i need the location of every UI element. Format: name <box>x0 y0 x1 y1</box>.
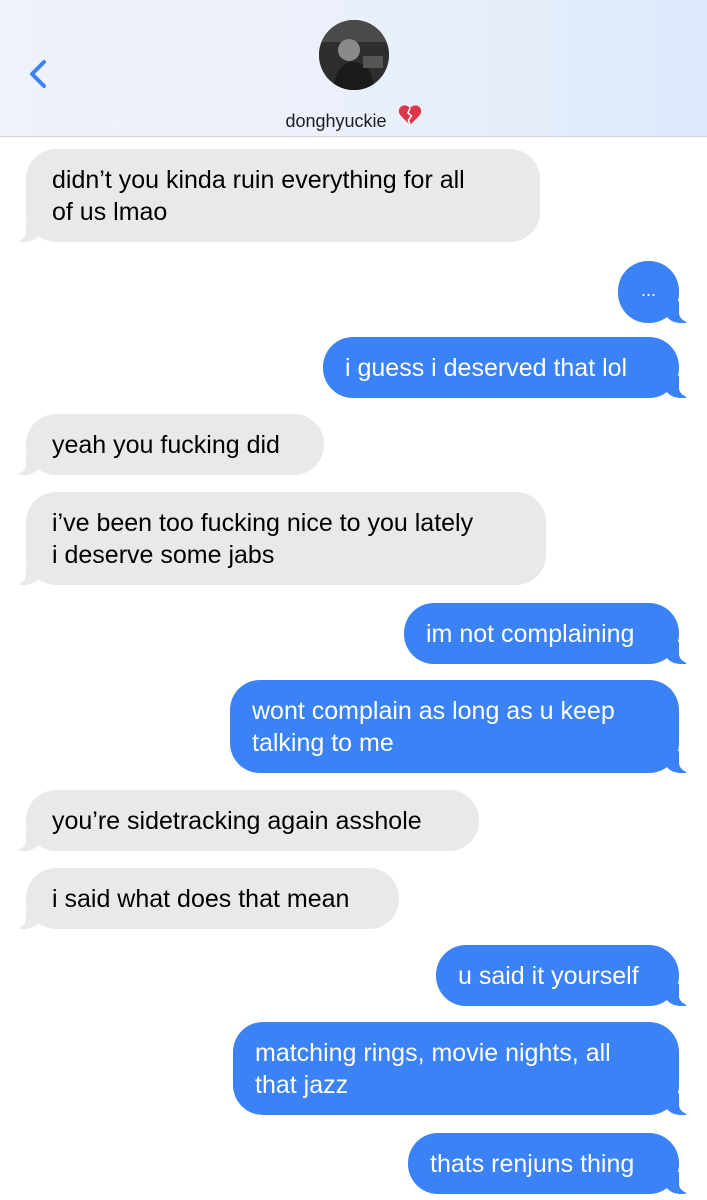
message-text: im not complaining <box>426 620 635 648</box>
outgoing-message-bubble[interactable]: im not complaining <box>404 603 705 664</box>
chevron-left-icon <box>30 60 46 88</box>
incoming-message-bubble[interactable]: you’re sidetracking again asshole <box>0 790 479 851</box>
incoming-message-bubble[interactable]: didn’t you kinda ruin everything for all… <box>0 149 540 242</box>
incoming-message-bubble[interactable]: i said what does that mean <box>0 868 399 929</box>
incoming-message-bubble[interactable]: i’ve been too fucking nice to you lately… <box>0 492 546 585</box>
message-thread: didn’t you kinda ruin everything for all… <box>0 137 707 1200</box>
message-text: thats renjuns thing <box>430 1150 635 1178</box>
outgoing-message-bubble[interactable]: wont complain as long as u keep talking … <box>230 680 705 773</box>
broken-heart-icon <box>398 105 421 126</box>
message-text: i said what does that mean <box>52 885 350 913</box>
outgoing-message-bubble[interactable]: thats renjuns thing <box>408 1133 705 1194</box>
outgoing-message-bubble[interactable]: i guess i deserved that lol <box>323 337 705 398</box>
message-text: ... <box>640 280 656 300</box>
contact-name: donghyuckie <box>285 110 387 131</box>
message-text: u said it yourself <box>458 962 639 990</box>
message-text: you’re sidetracking again asshole <box>52 807 422 835</box>
message-text: i guess i deserved that lol <box>345 354 628 382</box>
back-button[interactable] <box>22 52 62 96</box>
conversation-header: donghyuckie <box>0 0 707 137</box>
outgoing-message-bubble[interactable]: matching rings, movie nights, all that j… <box>233 1022 705 1115</box>
contact-photo <box>319 20 389 90</box>
outgoing-message-bubble[interactable]: u said it yourself <box>436 945 705 1006</box>
contact-avatar[interactable] <box>319 20 389 90</box>
message-text: didn’t you kinda ruin everything for all… <box>52 166 465 226</box>
outgoing-message-bubble[interactable]: ... <box>618 261 705 323</box>
message-text: yeah you fucking did <box>52 431 280 459</box>
message-text: i’ve been too fucking nice to you lately… <box>52 509 474 569</box>
message-text: wont complain as long as u keep talking … <box>252 697 615 757</box>
message-text: matching rings, movie nights, all that j… <box>255 1039 611 1099</box>
contact-name-row[interactable]: donghyuckie <box>0 104 707 132</box>
incoming-message-bubble[interactable]: yeah you fucking did <box>0 414 324 475</box>
